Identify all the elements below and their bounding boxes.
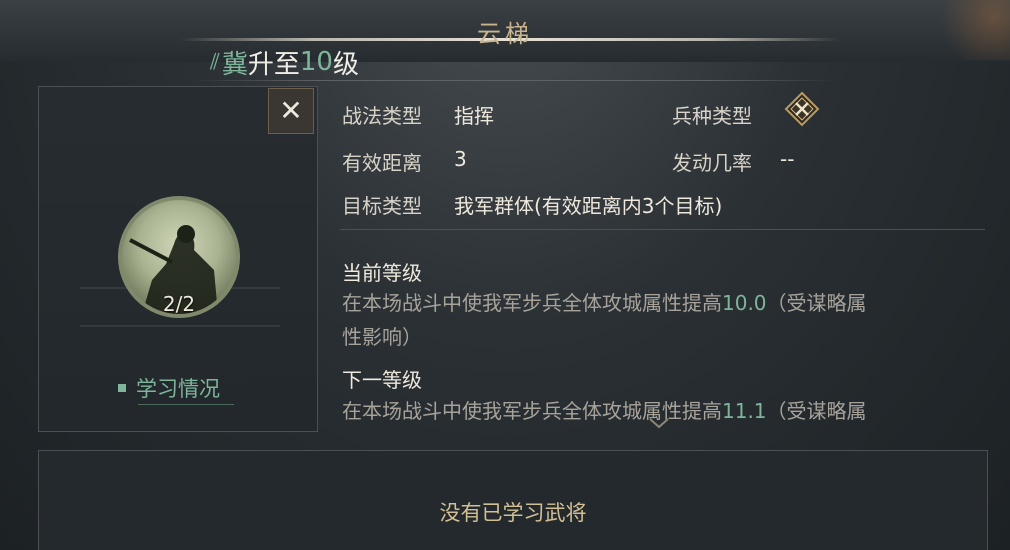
upgrade-level-suffix: 级: [332, 49, 359, 80]
upgrade-requirement: ⫽ 冀 升至 10 级: [210, 44, 359, 80]
chevron-down-icon[interactable]: [648, 417, 670, 431]
current-level-description: 在本场战斗中使我军步兵全体攻城属性提高10.0（受谋略属 性影响）: [342, 286, 982, 354]
current-desc-line2: 性影响）: [342, 325, 422, 349]
current-desc-text: 在本场战斗中使我军步兵全体攻城属性提高: [342, 291, 722, 315]
subtitle-divider: [190, 80, 840, 81]
next-desc-suffix: （受谋略属: [766, 399, 867, 423]
target-type-value: 我军群体(有效距离内3个目标): [454, 194, 723, 218]
empty-state-text: 没有已学习武将: [439, 501, 587, 525]
trigger-rate-label: 发动几率: [672, 151, 752, 175]
tactic-type-label: 战法类型: [342, 104, 422, 128]
skill-portrait: 2/2: [118, 196, 240, 318]
current-desc-suffix: （受谋略属: [766, 291, 867, 315]
learn-status-label: 学习情况: [136, 377, 220, 401]
trigger-rate-value: --: [780, 147, 795, 171]
learn-underline: [138, 404, 234, 405]
upgrade-text: 升至: [247, 49, 300, 80]
level-up-icon: ⫽: [210, 49, 220, 75]
upgrade-hero-name: 冀: [221, 49, 248, 80]
bullet-icon: [118, 384, 126, 392]
info-divider: [340, 229, 985, 230]
tactic-type-value: 指挥: [454, 104, 494, 128]
learn-status-button[interactable]: 学习情况: [118, 373, 220, 403]
skill-detail-screen: 云梯 ⫽ 冀 升至 10 级 ✕ 2/2 学习情况 战法类型 指挥 兵种类型 有…: [0, 0, 1010, 550]
range-value: 3: [454, 147, 467, 171]
target-type-label: 目标类型: [342, 194, 422, 218]
upgrade-level-number: 10: [299, 47, 333, 77]
range-label: 有效距离: [342, 151, 422, 175]
arm-type-label: 兵种类型: [672, 104, 752, 128]
close-button[interactable]: ✕: [268, 88, 314, 134]
crossed-weapons-icon: [784, 91, 820, 127]
page-title: 云梯: [477, 20, 533, 48]
current-level-title: 当前等级: [342, 261, 422, 285]
next-level-title: 下一等级: [342, 368, 422, 392]
skill-count: 2/2: [162, 292, 196, 316]
next-desc-value: 11.1: [722, 399, 767, 423]
current-desc-value: 10.0: [722, 291, 767, 315]
